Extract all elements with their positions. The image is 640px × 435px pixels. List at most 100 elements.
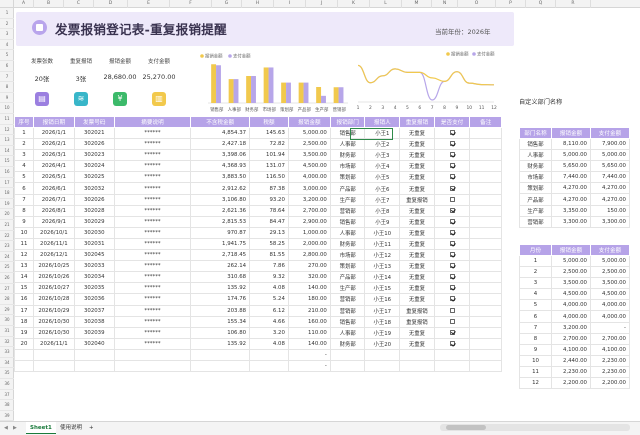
table-cell[interactable]: 2026/12/1: [32, 249, 75, 262]
column-title[interactable]: 支付金额: [590, 127, 630, 139]
column-title[interactable]: 摘要说明: [113, 116, 192, 128]
table-cell[interactable]: ******: [113, 282, 192, 295]
paid-checkbox[interactable]: [449, 274, 455, 280]
table-cell[interactable]: 无重复: [399, 149, 435, 162]
bar-reimbursed[interactable]: [228, 79, 234, 103]
table-cell[interactable]: 4: [14, 160, 34, 173]
bar-paid[interactable]: [251, 76, 256, 103]
department-bar-chart[interactable]: 销售部 人事部 财务部 市场部 策划部 产品部 生产部 营销部 报销金额 支付金额: [198, 50, 350, 116]
table-cell[interactable]: 2,800.00: [287, 249, 331, 262]
table-cell[interactable]: 135.92: [190, 337, 251, 350]
table-cell[interactable]: [433, 160, 471, 173]
table-cell[interactable]: 1,000.00: [287, 226, 331, 239]
row-header[interactable]: 39: [0, 411, 14, 422]
table-cell[interactable]: 重复报销: [399, 193, 435, 206]
table-cell[interactable]: -: [590, 321, 630, 334]
table-cell[interactable]: 2026/10/26: [32, 271, 75, 284]
row-header[interactable]: 12: [0, 125, 14, 136]
table-cell[interactable]: 6: [14, 182, 34, 195]
table-cell[interactable]: 无重复: [399, 237, 435, 251]
table-cell[interactable]: 小王13: [364, 260, 401, 273]
table-cell[interactable]: 8: [519, 332, 552, 345]
table-cell[interactable]: 2026/2/1: [32, 138, 75, 151]
paid-checkbox[interactable]: [449, 263, 455, 269]
table-cell[interactable]: [433, 138, 471, 151]
table-cell[interactable]: 2026/10/1: [32, 226, 75, 239]
row-header[interactable]: 33: [0, 347, 14, 358]
table-cell[interactable]: 302031: [73, 237, 115, 251]
table-cell[interactable]: 2,440.00: [551, 354, 591, 367]
bar-paid[interactable]: [268, 67, 274, 103]
table-cell[interactable]: 5,000.00: [590, 254, 630, 268]
table-cell[interactable]: ******: [113, 271, 192, 284]
table-cell[interactable]: [469, 249, 502, 262]
paid-checkbox[interactable]: [449, 252, 455, 258]
table-cell[interactable]: 3,000.00: [287, 182, 331, 195]
table-cell[interactable]: ******: [113, 260, 192, 273]
row-header[interactable]: 34: [0, 358, 14, 369]
bar-reimbursed[interactable]: [316, 86, 322, 103]
table-cell[interactable]: 2026/7/1: [32, 193, 75, 206]
table-cell[interactable]: 无重复: [399, 337, 435, 350]
table-cell[interactable]: 销售部: [519, 137, 552, 151]
table-cell[interactable]: [433, 260, 471, 273]
table-cell[interactable]: 7,440.00: [590, 171, 630, 184]
row-header[interactable]: 3: [0, 29, 14, 40]
row-header[interactable]: 8: [0, 82, 14, 93]
table-cell[interactable]: 2026/6/1: [32, 182, 75, 195]
row-header[interactable]: 14: [0, 146, 14, 157]
table-cell[interactable]: ******: [113, 226, 192, 239]
table-cell[interactable]: 小王19: [364, 326, 401, 339]
row-header[interactable]: 10: [0, 103, 14, 114]
table-cell[interactable]: 3,350.00: [551, 204, 591, 217]
table-cell[interactable]: [469, 126, 502, 140]
table-cell[interactable]: 5,000.00: [551, 149, 591, 162]
table-cell[interactable]: 财务部: [329, 149, 366, 162]
table-cell[interactable]: [433, 315, 471, 328]
table-cell[interactable]: [469, 160, 502, 173]
paid-checkbox[interactable]: [449, 174, 455, 180]
table-cell[interactable]: [364, 348, 401, 361]
table-cell[interactable]: 5,650.00: [551, 160, 591, 173]
table-cell[interactable]: 1: [519, 254, 552, 268]
table-cell[interactable]: [469, 138, 502, 151]
table-cell[interactable]: 3,398.06: [190, 149, 251, 162]
table-cell[interactable]: 2,700.00: [590, 332, 630, 345]
paid-checkbox[interactable]: [449, 185, 455, 191]
table-cell[interactable]: 无重复: [399, 260, 435, 273]
row-header[interactable]: 1: [0, 8, 14, 19]
table-cell[interactable]: 10: [14, 226, 34, 239]
table-cell[interactable]: 17: [14, 304, 34, 317]
table-cell[interactable]: [469, 226, 502, 239]
table-cell[interactable]: [329, 359, 366, 373]
table-cell[interactable]: 2026/10/27: [32, 282, 75, 295]
table-cell[interactable]: 140.00: [287, 282, 331, 295]
paid-checkbox[interactable]: [449, 207, 455, 213]
column-header[interactable]: L: [370, 0, 402, 8]
table-cell[interactable]: 5,000.00: [551, 254, 591, 268]
table-cell[interactable]: 小王15: [364, 282, 401, 295]
table-cell[interactable]: [433, 204, 471, 217]
row-header[interactable]: 4: [0, 40, 14, 51]
column-title[interactable]: 序号: [14, 116, 34, 128]
table-cell[interactable]: 302029: [73, 215, 115, 228]
table-cell[interactable]: 4,500.00: [287, 160, 331, 173]
table-cell[interactable]: 小王9: [364, 215, 401, 228]
table-cell[interactable]: 20: [14, 337, 34, 350]
table-cell[interactable]: 3,500.00: [287, 149, 331, 162]
table-cell[interactable]: ******: [113, 193, 192, 206]
table-cell[interactable]: 无重复: [399, 204, 435, 217]
table-cell[interactable]: ******: [113, 138, 192, 151]
table-cell[interactable]: [433, 215, 471, 228]
table-cell[interactable]: 2026/1/1: [32, 126, 75, 140]
table-cell[interactable]: 小王12: [364, 249, 401, 262]
table-cell[interactable]: [433, 271, 471, 284]
table-cell[interactable]: 2,230.00: [551, 365, 591, 379]
bar-reimbursed[interactable]: [333, 87, 339, 103]
table-cell[interactable]: 72.82: [249, 138, 289, 151]
table-cell[interactable]: 9: [519, 343, 552, 356]
table-cell[interactable]: [469, 326, 502, 339]
table-cell[interactable]: 无重复: [399, 326, 435, 339]
table-cell[interactable]: [364, 359, 401, 373]
row-header[interactable]: 21: [0, 220, 14, 231]
